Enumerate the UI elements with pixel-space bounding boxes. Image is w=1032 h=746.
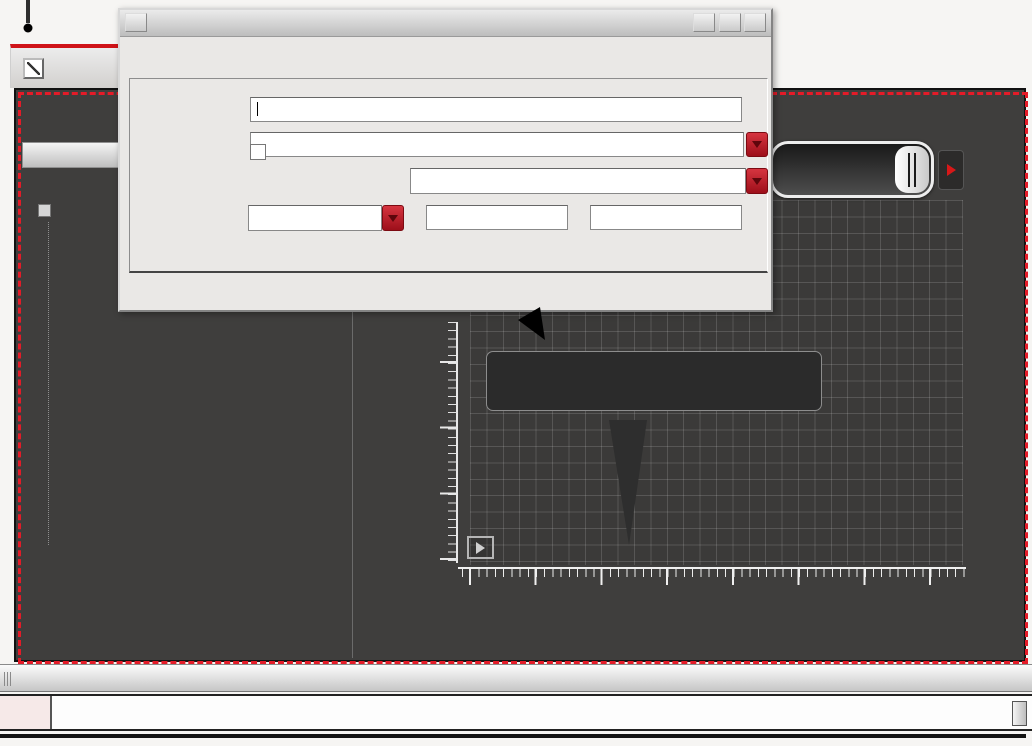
chevron-down-icon [752,141,762,148]
position-x-input[interactable] [426,205,568,230]
y-axis-ruler [440,322,458,563]
scrollbar-handle[interactable] [895,146,929,193]
dialog-titlebar[interactable] [120,10,771,37]
minimize-button[interactable] [693,13,715,32]
attach-to-trace-checkbox[interactable] [250,144,266,160]
y-axis-label [354,338,376,424]
scrollbar-trace-preview-orange [779,187,891,190]
x-axis-ruler [458,567,966,587]
close-icon[interactable] [744,13,766,32]
marker-callout[interactable] [486,351,822,411]
tree-guide-line [48,222,49,545]
tree-root-row[interactable] [38,199,59,221]
scrollbar-arrow-button[interactable] [938,150,964,190]
maximize-button[interactable] [719,13,741,32]
chevron-down-icon [388,214,398,222]
position-mode-combo[interactable] [248,205,382,231]
chevron-down-icon [752,177,762,185]
expression-input[interactable] [250,132,744,157]
play-icon [476,541,485,554]
trace-play-button[interactable] [467,536,494,559]
text-caret [257,102,258,116]
grip-icon[interactable] [4,672,13,686]
info-scrollbar-thumb[interactable] [1012,701,1027,726]
trace-info-bar [0,694,1032,731]
screen [0,0,1032,746]
mouse-status-bar [0,664,1032,692]
collapse-icon[interactable] [38,203,51,217]
shade-button[interactable] [125,13,147,32]
trace-combo[interactable] [410,168,746,194]
trace-counter-badge [0,696,52,729]
create-graph-marker-dialog [118,8,773,312]
trace-dropdown-button[interactable] [746,168,768,194]
label-input[interactable] [250,97,742,122]
expression-dropdown-button[interactable] [746,132,768,157]
right-arrow-icon [946,164,956,176]
scrollbar-trace-preview-purple [779,149,891,152]
position-mode-dropdown-button[interactable] [382,205,404,231]
trace-line-orange[interactable] [470,0,963,2]
waveform-icon [23,57,44,79]
horizontal-zoom-scrollbar[interactable] [770,141,934,198]
bottom-divider [0,734,1026,738]
marker-bullseye[interactable] [0,0,56,56]
position-y-input[interactable] [590,205,742,230]
